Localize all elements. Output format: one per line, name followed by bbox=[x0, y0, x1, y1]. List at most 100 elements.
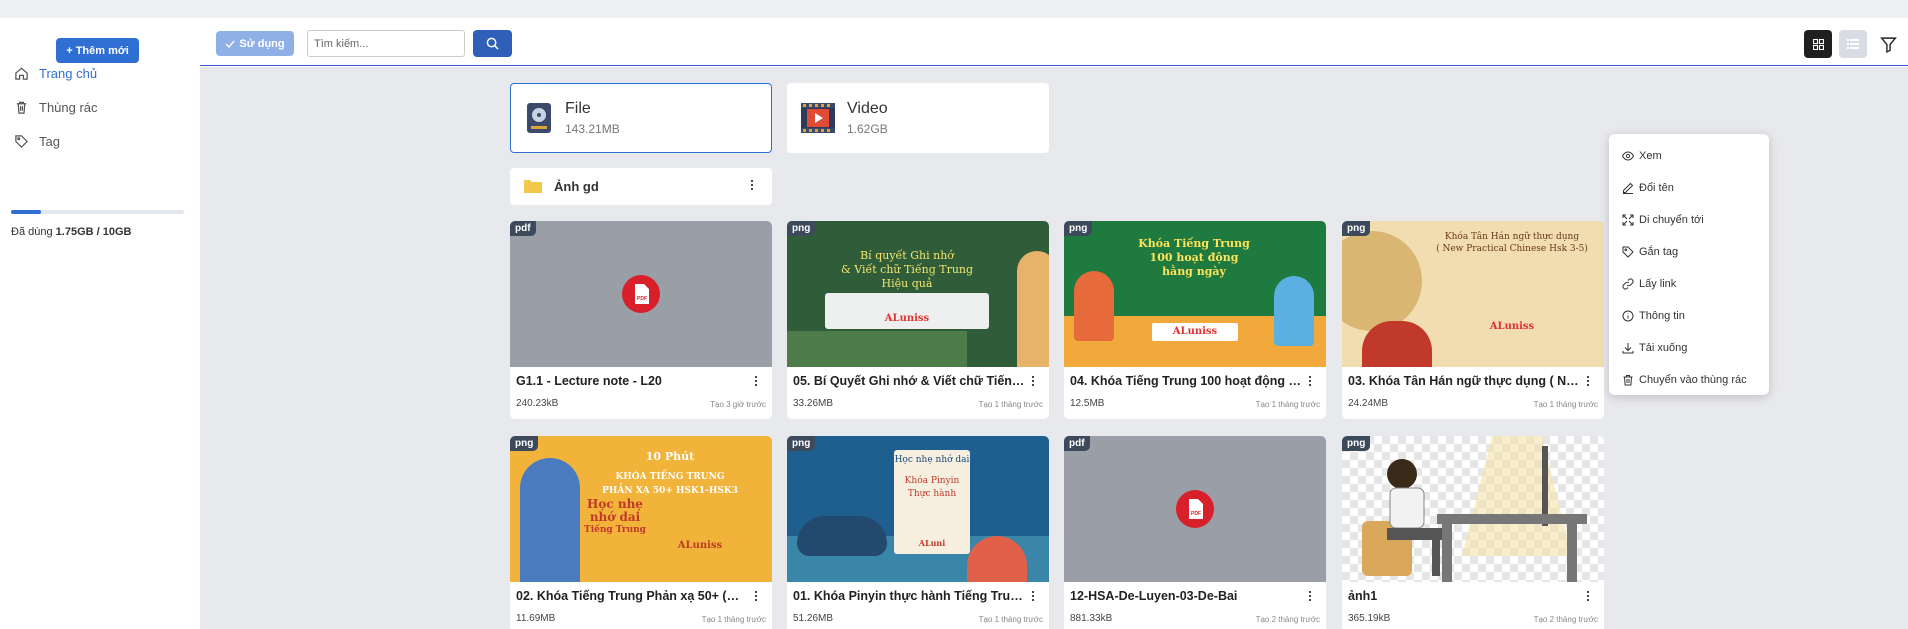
search-icon bbox=[486, 37, 499, 50]
menu-item-move[interactable]: Di chuyển tới bbox=[1609, 204, 1769, 236]
menu-item-info[interactable]: Thông tin bbox=[1609, 300, 1769, 332]
file-type-badge: png bbox=[787, 221, 816, 236]
menu-item-label: Di chuyển tới bbox=[1639, 214, 1704, 226]
list-view-button[interactable] bbox=[1839, 30, 1867, 58]
file-thumbnail: Bí quyết Ghi nhớ & Viết chữ Tiếng Trung … bbox=[787, 221, 1049, 367]
sidebar-item-home[interactable]: Trang chủ bbox=[14, 66, 97, 81]
file-size: 33.26MB bbox=[793, 398, 834, 409]
search-input[interactable] bbox=[307, 30, 465, 57]
more-options-icon[interactable] bbox=[1304, 375, 1316, 387]
trash-icon bbox=[1623, 375, 1633, 386]
menu-item-label: Tải xuống bbox=[1639, 342, 1688, 354]
thumb-text-line: 10 Phút bbox=[645, 450, 695, 463]
file-card[interactable]: Bí quyết Ghi nhớ & Viết chữ Tiếng Trung … bbox=[787, 221, 1049, 419]
file-card[interactable]: PDF pdf G1.1 - Lecture note - L20 240.23… bbox=[510, 221, 772, 419]
use-button[interactable]: Sử dụng bbox=[216, 31, 294, 56]
file-card[interactable]: Khóa Tân Hán ngữ thực dụng ( New Practic… bbox=[1342, 221, 1604, 419]
file-title: 05. Bí Quyết Ghi nhớ & Viết chữ Tiếng Tr… bbox=[793, 374, 1025, 388]
thumb-text-line: Thực hành bbox=[907, 489, 957, 499]
file-thumbnail: Khóa Tiếng Trung 100 hoạt động hằng ngày… bbox=[1064, 221, 1326, 367]
sidebar-item-tag[interactable]: Tag bbox=[14, 134, 60, 149]
more-options-icon[interactable] bbox=[1027, 590, 1039, 602]
home-icon bbox=[15, 67, 28, 80]
add-new-button[interactable]: + Thêm mới bbox=[56, 38, 139, 63]
check-icon bbox=[225, 40, 235, 48]
search-button[interactable] bbox=[473, 30, 512, 57]
thumb-text-line: 100 hoạt động bbox=[1149, 251, 1239, 264]
more-options-icon[interactable] bbox=[1582, 375, 1594, 387]
file-thumbnail: Học nhẹ nhớ dai Khóa Pinyin Thực hành AL… bbox=[787, 436, 1049, 582]
more-options-icon[interactable] bbox=[750, 375, 762, 387]
tag-icon bbox=[15, 135, 28, 148]
file-created-time: Tạo 2 tháng trước bbox=[1533, 615, 1598, 624]
more-options-icon[interactable] bbox=[1027, 375, 1039, 387]
file-size: 881.33kB bbox=[1070, 613, 1113, 624]
thumb-text-line: Khóa Pinyin bbox=[904, 476, 960, 486]
file-created-time: Tạo 1 tháng trước bbox=[978, 615, 1043, 624]
folder-item[interactable]: Ảnh gd bbox=[510, 168, 772, 205]
file-card[interactable]: Học nhẹ nhớ dai Khóa Pinyin Thực hành AL… bbox=[787, 436, 1049, 629]
thumb-text-line: PHẢN XẠ 50+ HSK1-HSK3 bbox=[602, 486, 738, 496]
file-type-badge: pdf bbox=[1064, 436, 1090, 451]
file-card[interactable]: PDF pdf 12-HSA-De-Luyen-03-De-Bai 881.33… bbox=[1064, 436, 1326, 629]
file-card[interactable]: Khóa Tiếng Trung 100 hoạt động hằng ngày… bbox=[1064, 221, 1326, 419]
file-size: 11.69MB bbox=[516, 613, 556, 624]
menu-item-view[interactable]: Xem bbox=[1609, 140, 1769, 172]
thumb-text-line: KHÓA TIẾNG TRUNG bbox=[615, 472, 725, 482]
grid-view-icon bbox=[1812, 38, 1824, 50]
category-size: 143.21MB bbox=[565, 122, 620, 136]
file-card[interactable]: png ảnh1 365.19kB Tạo 2 tháng trước bbox=[1342, 436, 1604, 629]
grid-view-button[interactable] bbox=[1804, 30, 1832, 58]
top-strip bbox=[0, 0, 1908, 18]
thumb-text-line: ( New Practical Chinese Hsk 3-5) bbox=[1436, 244, 1588, 254]
more-options-icon[interactable] bbox=[1582, 590, 1594, 602]
file-type-badge: png bbox=[510, 436, 539, 451]
pencil-icon bbox=[1623, 182, 1634, 194]
file-type-badge: png bbox=[1342, 436, 1371, 451]
file-created-time: Tạo 1 tháng trước bbox=[978, 400, 1043, 409]
storage-progress-fill bbox=[11, 210, 42, 214]
file-size: 12.5MB bbox=[1070, 398, 1105, 409]
thumb-brand: ALuniss bbox=[1489, 321, 1535, 332]
category-card-file[interactable]: File 143.21MB bbox=[510, 83, 772, 153]
menu-item-label: Xem bbox=[1639, 150, 1662, 162]
menu-item-rename[interactable]: Đổi tên bbox=[1609, 172, 1769, 204]
category-name: Video bbox=[847, 100, 888, 117]
category-card-video[interactable]: Video 1.62GB bbox=[787, 83, 1049, 153]
sidebar-item-trash[interactable]: Thùng rác bbox=[14, 100, 98, 115]
sidebar-item-label: Tag bbox=[39, 134, 60, 149]
file-title: 04. Khóa Tiếng Trung 100 hoạt động hằng … bbox=[1070, 374, 1302, 388]
file-title: 02. Khóa Tiếng Trung Phản xạ 50+ (HSK1-H… bbox=[516, 589, 748, 603]
category-size: 1.62GB bbox=[847, 122, 888, 136]
more-options-icon[interactable] bbox=[1304, 590, 1316, 602]
file-created-time: Tạo 1 tháng trước bbox=[701, 615, 766, 624]
folder-name: Ảnh gd bbox=[554, 179, 599, 194]
toolbar: Sử dụng bbox=[200, 18, 1908, 66]
file-title: 12-HSA-De-Luyen-03-De-Bai bbox=[1070, 589, 1238, 603]
more-options-icon[interactable] bbox=[746, 179, 758, 191]
more-options-icon[interactable] bbox=[750, 590, 762, 602]
menu-item-move-to-trash[interactable]: Chuyển vào thùng rác bbox=[1609, 364, 1769, 396]
sidebar-item-label: Thùng rác bbox=[39, 100, 98, 115]
move-icon bbox=[1622, 214, 1634, 226]
category-name: File bbox=[565, 100, 591, 117]
file-size: 51.26MB bbox=[793, 613, 834, 624]
filter-button[interactable] bbox=[1876, 32, 1900, 56]
svg-text:PDF: PDF bbox=[1191, 511, 1201, 517]
file-created-time: Tạo 1 tháng trước bbox=[1255, 400, 1320, 409]
boy-writing-illustration bbox=[1362, 436, 1587, 582]
link-icon bbox=[1622, 278, 1634, 290]
thumb-text-line: Tiếng Trung bbox=[584, 525, 646, 535]
menu-item-get-link[interactable]: Lấy link bbox=[1609, 268, 1769, 300]
menu-item-tag[interactable]: Gắn tag bbox=[1609, 236, 1769, 268]
file-size: 240.23kB bbox=[516, 398, 559, 409]
filter-icon bbox=[1879, 36, 1897, 53]
thumb-text-line: & Viết chữ Tiếng Trung bbox=[840, 263, 974, 276]
thumb-text-line: Khóa Tân Hán ngữ thực dụng bbox=[1444, 232, 1580, 242]
file-card[interactable]: 10 Phút KHÓA TIẾNG TRUNG PHẢN XẠ 50+ HSK… bbox=[510, 436, 772, 629]
file-title: 01. Khóa Pinyin thực hành Tiếng Trung bbox=[793, 589, 1025, 603]
file-type-badge: png bbox=[1064, 221, 1093, 236]
menu-item-download[interactable]: Tải xuống bbox=[1609, 332, 1769, 364]
file-title: G1.1 - Lecture note - L20 bbox=[516, 374, 662, 388]
thumb-text-line: Hiệu quả bbox=[881, 277, 933, 290]
